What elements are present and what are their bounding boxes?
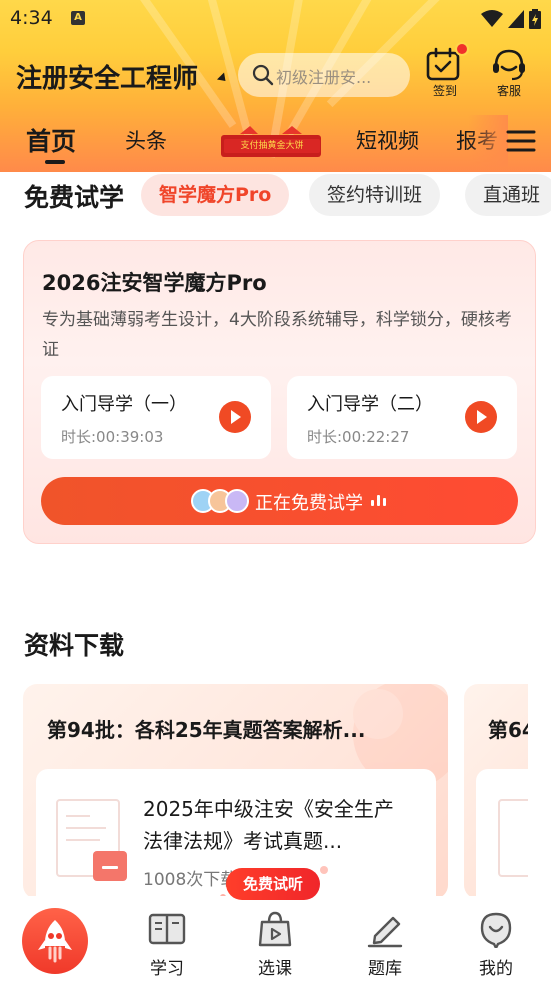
trial-course-card[interactable]: 2026注安智学魔方Pro 专为基础薄弱考生设计，4大阶段系统辅导，科学锁分，硬… — [23, 240, 536, 544]
signin-button[interactable]: 签到 — [423, 42, 469, 102]
tab-fade-overlay — [468, 115, 508, 167]
notification-dot — [455, 42, 469, 56]
tab-headlines[interactable]: 头条 — [125, 125, 167, 155]
batch-title: 第94批：各科25年真题答案解析... — [47, 718, 366, 742]
course-description: 专为基础薄弱考生设计，4大阶段系统辅导，科学锁分，硬核考证 — [42, 310, 512, 360]
search-input[interactable]: 初级注册安... — [238, 53, 410, 97]
download-item[interactable] — [476, 769, 528, 899]
free-trial-button[interactable]: 正在免费试学 — [41, 477, 518, 525]
download-batch-card[interactable]: 第64 — [464, 684, 528, 899]
battery-icon — [529, 9, 541, 29]
nav-question-bank-label: 题库 — [368, 959, 402, 979]
free-trial-label: 正在免费试学 — [255, 493, 363, 514]
nav-mine[interactable]: 我的 — [466, 906, 526, 979]
sparkle-decoration — [320, 866, 328, 874]
chip-contract-class[interactable]: 签约特训班 — [309, 174, 441, 216]
search-icon — [252, 64, 274, 86]
play-icon[interactable] — [465, 401, 497, 433]
chip-smart-cube[interactable]: 智学魔方Pro — [141, 174, 290, 216]
status-icons — [481, 9, 541, 29]
signin-label: 签到 — [432, 84, 457, 98]
lesson-name: 入门导学（一） — [61, 394, 187, 415]
chip-direct-class[interactable]: 直通班 — [465, 174, 551, 216]
shopping-bag-icon — [258, 911, 292, 947]
menu-icon[interactable] — [506, 129, 536, 153]
avatar — [225, 489, 249, 513]
search-placeholder: 初级注册安... — [276, 68, 372, 87]
nav-study-label: 学习 — [150, 959, 184, 979]
folder-icon — [93, 851, 127, 881]
lesson-card[interactable]: 入门导学（二） 时长:00:22:27 — [287, 376, 517, 459]
batch-title: 第64 — [488, 718, 528, 742]
audio-bars-icon — [371, 495, 386, 506]
document-icon — [498, 799, 528, 877]
free-trial-header: 免费试学 智学魔方Pro 签约特训班 直通班 — [0, 172, 551, 218]
header-title-row: 注册安全工程师 初级注册安... 签到 客服 — [0, 42, 551, 106]
pencil-icon — [367, 916, 403, 948]
tab-active-indicator — [45, 160, 65, 164]
free-listen-badge[interactable]: 免费试听 — [226, 868, 320, 900]
rocket-icon — [38, 920, 72, 963]
home-rocket-button[interactable] — [22, 908, 88, 974]
status-time: 4:34 — [10, 7, 53, 29]
downloads-title: 资料下载 — [24, 631, 125, 660]
book-icon — [148, 913, 186, 945]
download-count: 1008次下载 — [143, 870, 238, 890]
tab-short-video[interactable]: 短视频 — [356, 125, 419, 155]
course-title: 2026注安智学魔方Pro — [42, 271, 267, 295]
wifi-icon — [481, 10, 503, 27]
lesson-duration: 时长:00:39:03 — [61, 428, 164, 446]
download-item-title: 2025年中级注安《安全生产法律法规》考试真题... — [143, 797, 394, 853]
top-tabs: 首页 头条 支付抽黄金大饼 短视频 报考 — [0, 115, 551, 167]
promo-text: 支付抽黄金大饼 — [224, 139, 320, 153]
nav-courses[interactable]: 选课 — [245, 906, 305, 979]
nav-question-bank[interactable]: 题库 — [355, 906, 415, 979]
bottom-navigation: 学习 选课 题库 我的 — [0, 896, 551, 981]
exam-title[interactable]: 注册安全工程师 — [16, 58, 198, 95]
customer-service-button[interactable]: 客服 — [487, 42, 531, 102]
caret-down-icon[interactable] — [216, 72, 230, 85]
service-label: 客服 — [496, 84, 521, 98]
free-trial-title: 免费试学 — [24, 183, 125, 212]
headset-icon — [493, 49, 525, 81]
promo-banner[interactable]: 支付抽黄金大饼 — [220, 126, 322, 160]
status-bar: 4:34 A — [0, 0, 551, 38]
nav-mine-label: 我的 — [479, 959, 513, 979]
download-batch-card[interactable]: 第94批：各科25年真题答案解析... 2025年中级注安《安全生产法律法规》考… — [23, 684, 448, 899]
smile-face-icon — [480, 912, 512, 948]
signal-icon — [508, 10, 524, 28]
lesson-duration: 时长:00:22:27 — [307, 428, 410, 446]
play-icon[interactable] — [219, 401, 251, 433]
notification-a-icon: A — [71, 11, 85, 25]
nav-courses-label: 选课 — [258, 959, 292, 979]
nav-study[interactable]: 学习 — [137, 906, 197, 979]
lesson-card[interactable]: 入门导学（一） 时长:00:39:03 — [41, 376, 271, 459]
tab-home[interactable]: 首页 — [26, 122, 76, 158]
lesson-name: 入门导学（二） — [307, 394, 433, 415]
learner-avatars — [191, 489, 251, 513]
